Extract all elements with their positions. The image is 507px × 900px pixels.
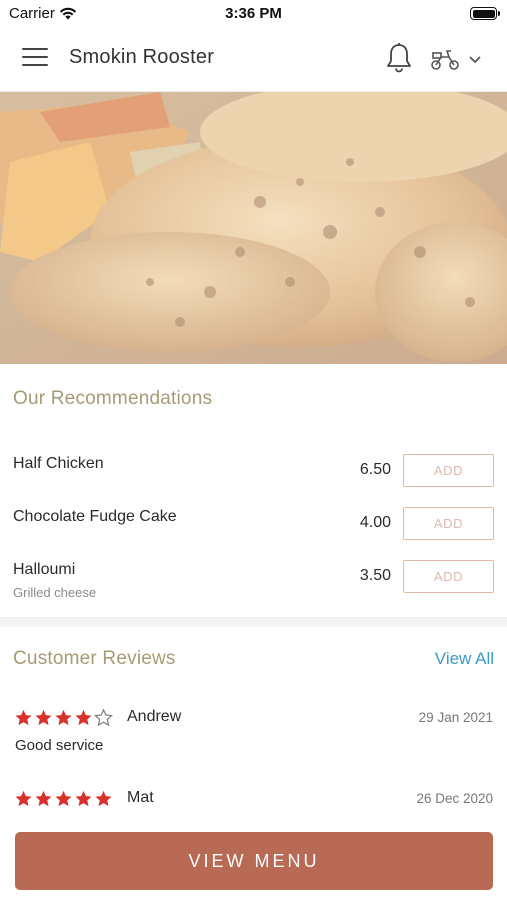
app-title: Smokin Rooster <box>69 46 215 68</box>
view-menu-button[interactable]: VIEW MENU <box>15 832 493 890</box>
hero-image <box>0 92 507 364</box>
add-button[interactable]: ADD <box>403 507 494 540</box>
bottom-cta-bar: VIEW MENU <box>0 817 507 900</box>
chevron-down-icon <box>469 56 481 64</box>
star-filled-icon <box>35 790 52 807</box>
item-price: 4.00 <box>359 514 391 531</box>
star-filled-icon <box>75 790 92 807</box>
star-filled-icon <box>15 709 32 726</box>
star-filled-icon <box>95 790 112 807</box>
item-name: Chocolate Fudge Cake <box>13 508 177 525</box>
review-item: Andrew 29 Jan 2021 Good service <box>0 708 507 768</box>
status-bar: Carrier 3:36 PM <box>0 0 507 26</box>
star-filled-icon <box>15 790 32 807</box>
item-price: 3.50 <box>359 567 391 584</box>
recommendation-item: Half Chicken 6.50 ADD <box>0 454 507 495</box>
recommendation-item: Chocolate Fudge Cake 4.00 ADD <box>0 507 507 548</box>
star-filled-icon <box>35 709 52 726</box>
item-price: 6.50 <box>359 461 391 478</box>
add-button[interactable]: ADD <box>403 560 494 593</box>
review-text: Good service <box>15 737 104 754</box>
item-name: Half Chicken <box>13 455 104 472</box>
add-button[interactable]: ADD <box>403 454 494 487</box>
star-rating <box>14 708 113 727</box>
section-divider <box>0 617 507 627</box>
star-filled-icon <box>75 709 92 726</box>
star-rating <box>14 789 113 808</box>
item-subtitle: Grilled cheese <box>13 585 97 600</box>
star-filled-icon <box>55 790 72 807</box>
recommendations-section: Our Recommendations Half Chicken 6.50 AD… <box>0 364 507 617</box>
menu-icon[interactable] <box>22 48 48 68</box>
app-header: Smokin Rooster <box>0 26 507 92</box>
star-filled-icon <box>55 709 72 726</box>
recommendation-item: Halloumi Grilled cheese 3.50 ADD <box>0 560 507 601</box>
star-empty-icon <box>94 708 113 727</box>
reviewer-name: Mat <box>127 789 154 806</box>
recommendations-title: Our Recommendations <box>13 388 213 409</box>
delivery-mode-selector[interactable] <box>430 46 492 72</box>
review-date: 29 Jan 2021 <box>418 710 493 725</box>
bell-icon[interactable] <box>385 42 413 74</box>
review-date: 26 Dec 2020 <box>416 791 493 806</box>
reviewer-name: Andrew <box>127 708 182 725</box>
status-time: 3:36 PM <box>225 5 282 22</box>
item-name: Halloumi <box>13 561 76 578</box>
view-all-link[interactable]: View All <box>435 649 494 669</box>
battery-icon <box>470 7 500 20</box>
scooter-icon <box>431 50 459 70</box>
reviews-title: Customer Reviews <box>13 648 176 669</box>
